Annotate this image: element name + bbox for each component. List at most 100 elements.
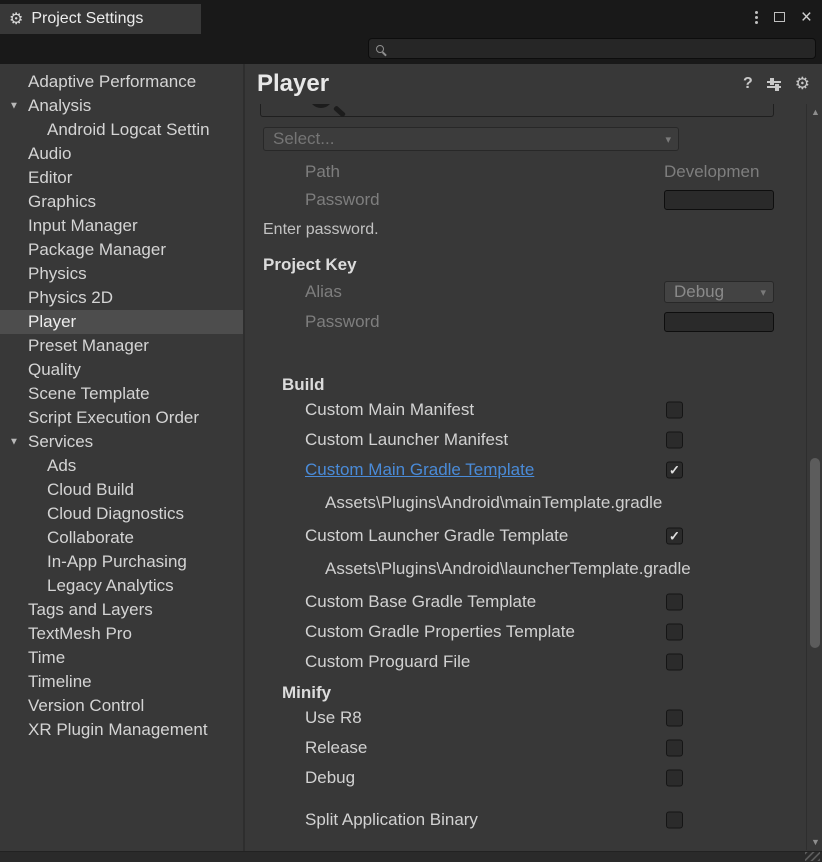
setting-row-custom-main-manifest: Custom Main Manifest	[245, 395, 806, 425]
sidebar-item-label: Adaptive Performance	[28, 72, 196, 92]
custom-base-gradle-template-checkbox[interactable]	[666, 594, 683, 611]
keystore-password-field[interactable]	[664, 190, 774, 210]
setting-label-custom-base-gradle-template: Custom Base Gradle Template	[305, 592, 536, 612]
settings-scroll-area: Select... ▾ Path Developmen Password Ent…	[245, 104, 806, 850]
custom-main-manifest-checkbox[interactable]	[666, 402, 683, 419]
presets-icon[interactable]	[767, 78, 781, 91]
sidebar-item-quality[interactable]: Quality	[0, 358, 243, 382]
minify-header: Minify	[245, 683, 806, 703]
key-password-field[interactable]	[664, 312, 774, 332]
sidebar-item-collaborate[interactable]: Collaborate	[0, 526, 243, 550]
window-bottom-edge	[0, 851, 822, 862]
setting-label-split-application-binary: Split Application Binary	[305, 810, 478, 830]
sidebar-item-textmesh-pro[interactable]: TextMesh Pro	[0, 622, 243, 646]
sidebar-item-preset-manager[interactable]: Preset Manager	[0, 334, 243, 358]
help-icon[interactable]: ?	[743, 75, 753, 93]
sidebar-item-label: Timeline	[28, 672, 92, 692]
password-hint: Enter password.	[245, 221, 806, 239]
setting-row-custom-proguard-file: Custom Proguard File	[245, 647, 806, 677]
sidebar-item-label: Script Execution Order	[28, 408, 199, 428]
sidebar-item-tags-and-layers[interactable]: Tags and Layers	[0, 598, 243, 622]
resize-gripper[interactable]	[805, 852, 820, 861]
setting-label-release: Release	[305, 738, 367, 758]
player-settings-panel: Player ? ⚙ Select... ▾ Path Developme	[245, 64, 822, 862]
sidebar-item-scene-template[interactable]: Scene Template	[0, 382, 243, 406]
kebab-menu-icon[interactable]	[755, 16, 758, 19]
sidebar-item-version-control[interactable]: Version Control	[0, 694, 243, 718]
sidebar-list: Adaptive Performance ▼ AnalysisAndroid Log…	[0, 64, 243, 742]
window-tab-project-settings[interactable]: ⚙ Project Settings	[0, 4, 201, 34]
split-application-binary-checkbox[interactable]	[666, 812, 683, 829]
foldout-arrow-icon[interactable]: ▼	[9, 437, 19, 448]
sidebar-item-label: Time	[28, 648, 65, 668]
custom-proguard-file-checkbox[interactable]	[666, 654, 683, 671]
debug-checkbox[interactable]	[666, 770, 683, 787]
titlebar: ⚙ Project Settings ×	[0, 0, 822, 34]
scrollbar-thumb[interactable]	[810, 458, 820, 648]
release-checkbox[interactable]	[666, 740, 683, 757]
sidebar-item-legacy-analytics[interactable]: Legacy Analytics	[0, 574, 243, 598]
build-rows: Custom Main ManifestCustom Launcher Mani…	[245, 395, 806, 677]
setting-link-custom-main-gradle-template[interactable]: Custom Main Gradle Template	[305, 460, 534, 480]
setting-row-split-application-binary: Split Application Binary	[245, 805, 806, 835]
keystore-path-row: Path Developmen	[245, 161, 806, 183]
custom-launcher-manifest-checkbox[interactable]	[666, 432, 683, 449]
setting-row-use-r8: Use R8	[245, 703, 806, 733]
build-header: Build	[245, 375, 806, 395]
use-r8-checkbox[interactable]	[666, 710, 683, 727]
scroll-down-icon[interactable]: ▼	[811, 837, 820, 847]
scroll-up-icon[interactable]: ▲	[811, 107, 820, 117]
custom-launcher-gradle-template-checkbox[interactable]: ✓	[666, 528, 683, 545]
sidebar-item-label: Cloud Diagnostics	[47, 504, 184, 524]
vertical-scrollbar[interactable]: ▲ ▼	[806, 104, 822, 850]
path-value: Developmen	[664, 162, 786, 182]
sidebar-item-label: Preset Manager	[28, 336, 149, 356]
maximize-icon[interactable]	[774, 12, 785, 22]
alias-dropdown[interactable]: Debug ▾	[664, 281, 774, 303]
search-row	[0, 34, 822, 64]
sidebar-item-package-manager[interactable]: Package Manager	[0, 238, 243, 262]
chevron-down-icon: ▾	[665, 133, 671, 146]
sidebar-item-label: Quality	[28, 360, 81, 380]
key-password-row: Password	[245, 311, 806, 333]
sidebar-item-graphics[interactable]: Graphics	[0, 190, 243, 214]
alias-value: Debug	[674, 282, 724, 302]
sidebar-item-xr-plugin-management[interactable]: XR Plugin Management	[0, 718, 243, 742]
setting-row-custom-base-gradle-template: Custom Base Gradle Template	[245, 587, 806, 617]
sidebar-item-audio[interactable]: Audio	[0, 142, 243, 166]
minify-rows: Use R8ReleaseDebug	[245, 703, 806, 793]
sidebar-item-services[interactable]: ▼Services	[0, 430, 243, 454]
search-input[interactable]	[368, 38, 816, 59]
sidebar-item-label: Version Control	[28, 696, 144, 716]
sidebar-item-physics[interactable]: Physics	[0, 262, 243, 286]
sidebar-item-physics-2d[interactable]: Physics 2D	[0, 286, 243, 310]
sidebar-item-android-logcat-settin[interactable]: Android Logcat Settin	[0, 118, 243, 142]
close-icon[interactable]: ×	[801, 8, 812, 27]
sidebar-item-in-app-purchasing[interactable]: In-App Purchasing	[0, 550, 243, 574]
sidebar-item-cloud-diagnostics[interactable]: Cloud Diagnostics	[0, 502, 243, 526]
sidebar-item-label: Editor	[28, 168, 72, 188]
sidebar-item-editor[interactable]: Editor	[0, 166, 243, 190]
setting-row-release: Release	[245, 733, 806, 763]
sidebar-item-time[interactable]: Time	[0, 646, 243, 670]
custom-gradle-properties-template-checkbox[interactable]	[666, 624, 683, 641]
main-area: Adaptive Performance ▼ AnalysisAndroid Log…	[0, 64, 822, 862]
foldout-arrow-icon[interactable]: ▼	[9, 101, 19, 112]
sidebar-item-timeline[interactable]: Timeline	[0, 670, 243, 694]
custom-main-gradle-template-checkbox[interactable]: ✓	[666, 462, 683, 479]
sidebar-item-ads[interactable]: Ads	[0, 454, 243, 478]
sidebar-item-cloud-build[interactable]: Cloud Build	[0, 478, 243, 502]
sidebar-item-label: Ads	[47, 456, 76, 476]
sidebar-item-label: Physics 2D	[28, 288, 113, 308]
sidebar-item-player[interactable]: Player	[0, 310, 243, 334]
gear-icon[interactable]: ⚙	[795, 74, 810, 94]
sidebar-item-label: TextMesh Pro	[28, 624, 132, 644]
keystore-select-dropdown[interactable]: Select... ▾	[263, 127, 679, 151]
project-key-header: Project Key	[245, 255, 806, 275]
sidebar-item-adaptive-performance[interactable]: Adaptive Performance	[0, 70, 243, 94]
sidebar-item-input-manager[interactable]: Input Manager	[0, 214, 243, 238]
sidebar-item-script-execution-order[interactable]: Script Execution Order	[0, 406, 243, 430]
sidebar-item-label: Package Manager	[28, 240, 166, 260]
sidebar-item-analysis[interactable]: ▼ Analysis	[0, 94, 243, 118]
sidebar-item-label: Analysis	[28, 96, 91, 116]
